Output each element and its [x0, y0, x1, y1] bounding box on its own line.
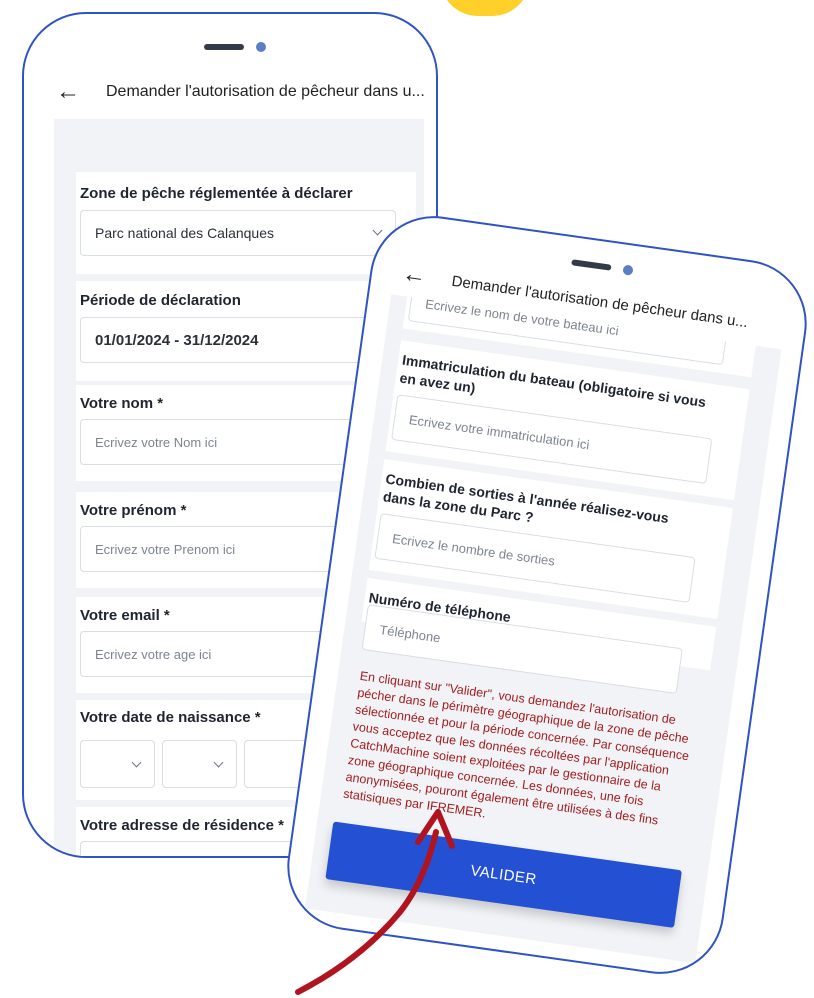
immat-placeholder: Ecrivez votre immatriculation ici — [408, 411, 591, 452]
birth-month-select[interactable] — [162, 740, 237, 788]
email-placeholder: Ecrivez votre age ici — [95, 646, 212, 662]
zone-selected-value: Parc national des Calanques — [95, 225, 275, 241]
period-select[interactable]: 01/01/2024 - 31/12/2024 — [80, 317, 396, 363]
prenom-label: Votre prénom * — [80, 502, 187, 519]
chevron-down-icon — [213, 757, 224, 768]
sorties-placeholder: Ecrivez le nombre de sorties — [391, 530, 556, 569]
zone-select[interactable]: Parc national des Calanques — [80, 210, 396, 256]
period-selected-value: 01/01/2024 - 31/12/2024 — [95, 331, 259, 349]
zone-card: Zone de pêche réglementée à déclarer Par… — [76, 172, 416, 274]
page-title: Demander l'autorisation de pêcheur dans … — [106, 83, 425, 100]
arrow-left-icon[interactable]: ← — [400, 260, 428, 290]
speaker-slot — [204, 44, 244, 50]
app-bar: ← Demander l'autorisation de pêcheur dan… — [56, 80, 425, 104]
nom-placeholder: Ecrivez votre Nom ici — [95, 434, 218, 450]
camera-dot — [622, 264, 634, 276]
form-scroll-area[interactable]: Ecrivez le nom de votre bateau ici Immat… — [305, 294, 782, 964]
phone-speaker — [204, 42, 266, 52]
address-label: Votre adresse de résidence * — [80, 817, 284, 834]
period-label: Période de déclaration — [80, 292, 241, 309]
phone-placeholder: Téléphone — [378, 621, 442, 646]
camera-dot — [256, 42, 266, 52]
email-label: Votre email * — [80, 607, 170, 624]
birth-day-select[interactable] — [80, 740, 155, 788]
chevron-down-icon — [131, 757, 142, 768]
zone-label: Zone de pêche réglementée à déclarer — [80, 185, 353, 202]
birthdate-label: Votre date de naissance * — [80, 709, 261, 726]
prenom-placeholder: Ecrivez votre Prenom ici — [95, 541, 236, 557]
nom-label: Votre nom * — [80, 395, 164, 412]
arrow-left-icon[interactable]: ← — [56, 80, 80, 104]
phone-speaker — [571, 257, 634, 276]
decorative-yellow-shape — [440, 0, 530, 16]
speaker-slot — [571, 259, 612, 271]
